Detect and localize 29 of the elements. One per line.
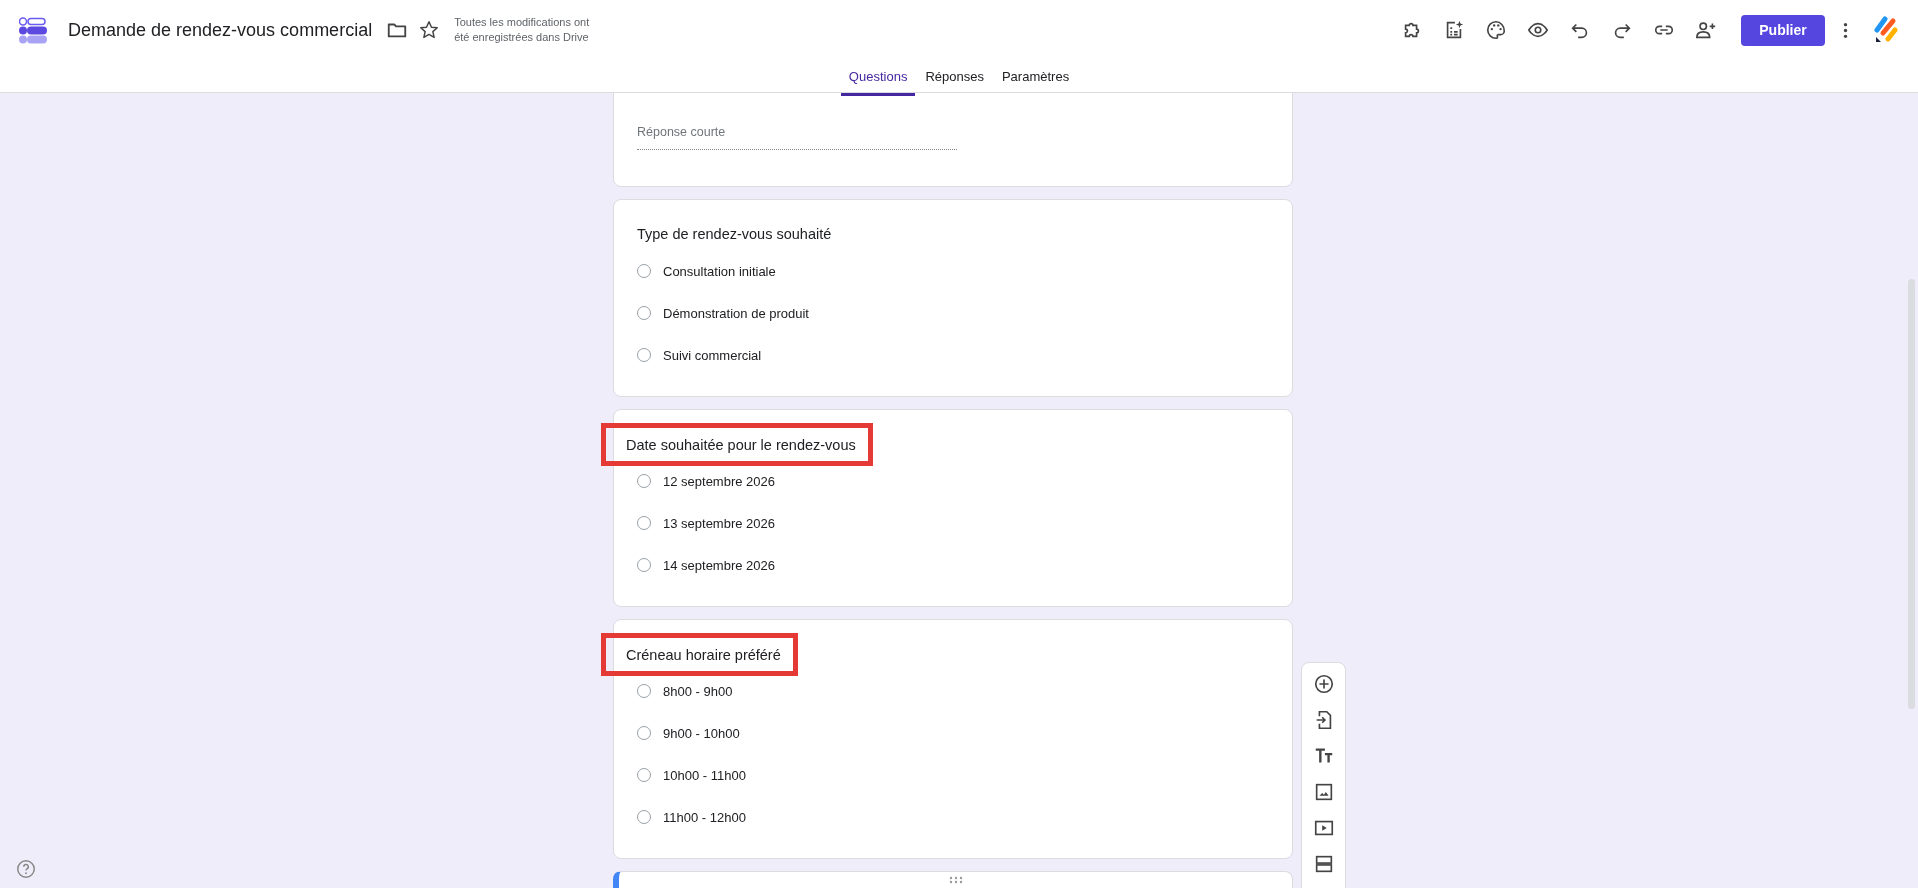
help-icon[interactable] bbox=[15, 858, 37, 880]
scrollbar-thumb[interactable] bbox=[1908, 279, 1915, 709]
forms-logo-icon[interactable] bbox=[19, 16, 49, 44]
more-icon[interactable] bbox=[1843, 21, 1848, 39]
option-label: 14 septembre 2026 bbox=[663, 557, 776, 573]
option-label: 8h00 - 9h00 bbox=[663, 683, 733, 699]
option-label: 11h00 - 12h00 bbox=[663, 809, 746, 825]
add-person-icon[interactable] bbox=[1695, 19, 1717, 41]
palette-icon[interactable] bbox=[1485, 19, 1507, 41]
question-title: Date souhaitée pour le rendez-vous bbox=[626, 435, 856, 455]
save-status: Toutes les modifications ont été enregistrées dans Drive bbox=[454, 15, 591, 45]
drag-handle-icon[interactable] bbox=[948, 876, 963, 884]
tab[interactable]: Paramètres bbox=[993, 63, 1078, 96]
add-circle-icon[interactable] bbox=[1312, 673, 1335, 695]
app-logo-icon[interactable] bbox=[1874, 16, 1898, 44]
publish-button[interactable]: Publier bbox=[1741, 14, 1825, 46]
option-label: 10h00 - 11h00 bbox=[663, 767, 746, 783]
star-icon[interactable] bbox=[418, 19, 441, 41]
option-label: Consultation initiale bbox=[663, 263, 776, 279]
option-label: 9h00 - 10h00 bbox=[663, 725, 740, 741]
option-label: 13 septembre 2026 bbox=[663, 515, 776, 531]
form-title[interactable]: Demande de rendez-vous commercial bbox=[68, 19, 373, 41]
tab[interactable]: Réponses bbox=[917, 63, 992, 96]
option-label: Suivi commercial bbox=[663, 347, 762, 363]
short-answer-field: Réponse courte bbox=[637, 121, 957, 150]
option-label: 12 septembre 2026 bbox=[663, 473, 776, 489]
option-label: Démonstration de produit bbox=[663, 305, 809, 321]
question-title: Type de rendez-vous souhaité bbox=[637, 225, 832, 244]
question-title: Créneau horaire préféré bbox=[626, 645, 781, 665]
